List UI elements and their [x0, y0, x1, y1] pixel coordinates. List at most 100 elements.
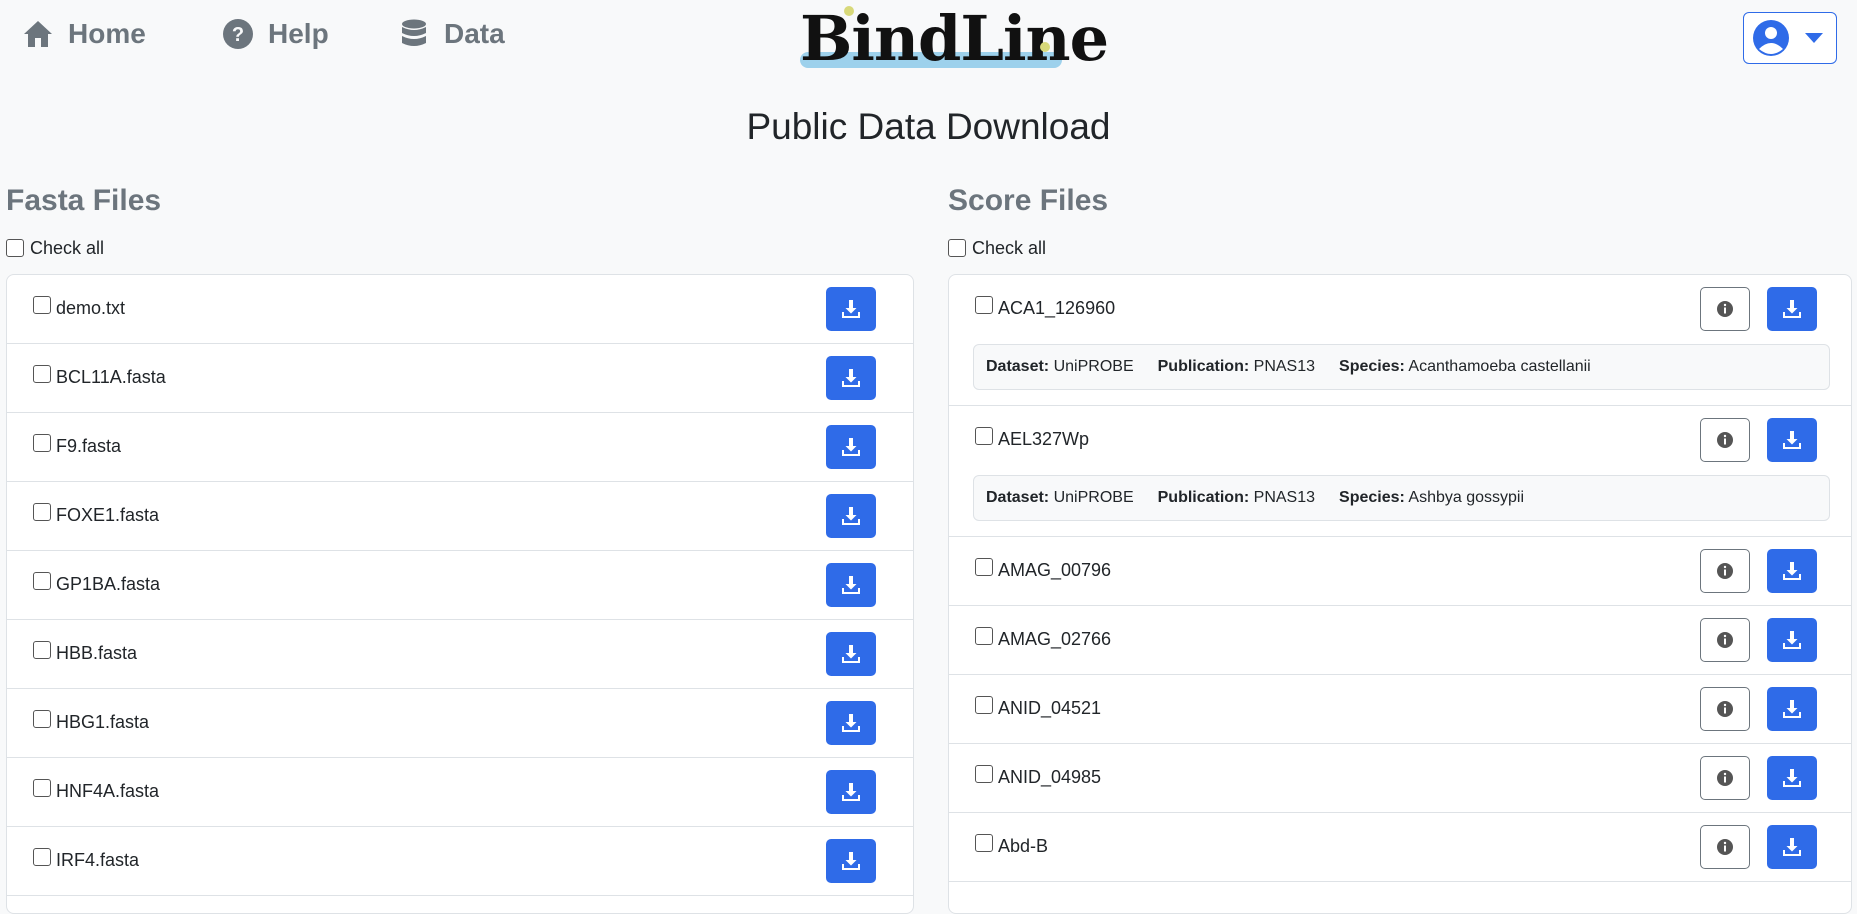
- species-field: Species: Acanthamoeba castellanii: [1339, 358, 1591, 376]
- download-button[interactable]: [826, 632, 876, 676]
- dataset-label: Dataset:: [986, 358, 1050, 375]
- score-section-title: Score Files: [948, 184, 1109, 217]
- download-icon: [842, 852, 860, 870]
- file-checkbox[interactable]: [975, 427, 993, 445]
- nav-data[interactable]: Data: [398, 18, 505, 50]
- nav-help[interactable]: ? Help: [222, 18, 329, 50]
- info-button[interactable]: [1700, 549, 1750, 593]
- file-name: FOXE1.fasta: [56, 505, 160, 525]
- info-button[interactable]: [1700, 418, 1750, 462]
- info-icon: [1717, 563, 1733, 579]
- file-name: HBG1.fasta: [56, 712, 150, 732]
- file-name: Abd-B: [998, 836, 1049, 856]
- download-button[interactable]: [1767, 287, 1817, 331]
- file-checkbox[interactable]: [33, 296, 51, 314]
- download-button[interactable]: [826, 287, 876, 331]
- file-checkbox[interactable]: [975, 765, 993, 783]
- species-value: Acanthamoeba castellanii: [1408, 358, 1591, 375]
- download-button[interactable]: [826, 839, 876, 883]
- home-icon: [24, 21, 52, 47]
- file-checkbox[interactable]: [975, 696, 993, 714]
- file-name: BCL11A.fasta: [56, 367, 166, 387]
- download-icon: [1783, 700, 1801, 718]
- publication-value: PNAS13: [1253, 489, 1316, 506]
- dataset-value: UniPROBE: [1053, 489, 1134, 506]
- file-name: HBB.fasta: [56, 643, 138, 663]
- score-check-all[interactable]: Check all: [948, 236, 1852, 260]
- list-item: AMAG_00796: [949, 537, 1851, 606]
- info-button[interactable]: [1700, 618, 1750, 662]
- list-item: BCL11A.fasta: [7, 344, 913, 413]
- download-button[interactable]: [1767, 756, 1817, 800]
- nav-home[interactable]: Home: [22, 18, 146, 50]
- publication-value: PNAS13: [1253, 358, 1316, 375]
- score-check-all-checkbox[interactable]: [948, 239, 966, 257]
- list-item: F9.fasta: [7, 413, 913, 482]
- file-name: AMAG_00796: [998, 560, 1112, 580]
- file-name: HNF4A.fasta: [56, 781, 160, 801]
- nav-help-label: Help: [268, 18, 329, 49]
- file-checkbox[interactable]: [33, 710, 51, 728]
- score-file-list: ACA1_126960 Dataset: UniPROBE Publicatio…: [948, 274, 1852, 914]
- fasta-check-all-checkbox[interactable]: [6, 239, 24, 257]
- species-value: Ashbya gossypii: [1408, 489, 1525, 506]
- download-button[interactable]: [826, 563, 876, 607]
- download-icon: [842, 576, 860, 594]
- file-name: F9.fasta: [56, 436, 122, 456]
- download-icon: [842, 369, 860, 387]
- dataset-field: Dataset: UniPROBE: [986, 358, 1134, 376]
- download-button[interactable]: [1767, 825, 1817, 869]
- download-button[interactable]: [1767, 549, 1817, 593]
- download-button[interactable]: [826, 356, 876, 400]
- nav-home-label: Home: [68, 18, 146, 49]
- file-checkbox[interactable]: [33, 365, 51, 383]
- file-name: ACA1_126960: [998, 298, 1116, 318]
- publication-field: Publication: PNAS13: [1158, 489, 1315, 507]
- download-icon: [842, 645, 860, 663]
- download-icon: [1783, 838, 1801, 856]
- file-checkbox[interactable]: [33, 779, 51, 797]
- file-checkbox[interactable]: [33, 434, 51, 452]
- fasta-file-list: demo.txt BCL11A.fasta F9.fasta FOXE1.fas…: [6, 274, 914, 914]
- download-button[interactable]: [826, 770, 876, 814]
- file-checkbox[interactable]: [33, 848, 51, 866]
- file-metadata: Dataset: UniPROBE Publication: PNAS13 Sp…: [973, 344, 1830, 390]
- score-check-all-label: Check all: [972, 237, 1047, 258]
- file-name: ANID_04521: [998, 698, 1102, 718]
- download-button[interactable]: [1767, 618, 1817, 662]
- list-item: AMAG_02766: [949, 606, 1851, 675]
- file-checkbox[interactable]: [33, 572, 51, 590]
- file-checkbox[interactable]: [975, 627, 993, 645]
- list-item: HNF4A.fasta: [7, 758, 913, 827]
- species-field: Species: Ashbya gossypii: [1339, 489, 1524, 507]
- fasta-check-all[interactable]: Check all: [6, 236, 914, 260]
- download-button[interactable]: [1767, 418, 1817, 462]
- info-button[interactable]: [1700, 756, 1750, 800]
- chevron-down-icon: [1805, 33, 1823, 43]
- download-button[interactable]: [826, 701, 876, 745]
- info-button[interactable]: [1700, 825, 1750, 869]
- info-icon: [1717, 301, 1733, 317]
- file-name: IRF4.fasta: [56, 850, 140, 870]
- dataset-value: UniPROBE: [1053, 358, 1134, 375]
- download-button[interactable]: [1767, 687, 1817, 731]
- navbar: Home ? Help Data BindLine: [0, 0, 1857, 76]
- file-checkbox[interactable]: [975, 296, 993, 314]
- logo[interactable]: BindLine: [800, 0, 1109, 75]
- svg-text:?: ?: [232, 24, 244, 46]
- file-checkbox[interactable]: [975, 834, 993, 852]
- file-checkbox[interactable]: [33, 641, 51, 659]
- info-button[interactable]: [1700, 287, 1750, 331]
- download-icon: [1783, 562, 1801, 580]
- user-menu-button[interactable]: [1743, 12, 1837, 64]
- list-item: HBG1.fasta: [7, 689, 913, 758]
- list-item: AEL327Wp Dataset: UniPROBE Publication: …: [949, 406, 1851, 537]
- list-item: Abd-B: [949, 813, 1851, 882]
- file-checkbox[interactable]: [33, 503, 51, 521]
- species-label: Species:: [1339, 358, 1405, 375]
- info-button[interactable]: [1700, 687, 1750, 731]
- download-button[interactable]: [826, 425, 876, 469]
- file-checkbox[interactable]: [975, 558, 993, 576]
- species-label: Species:: [1339, 489, 1405, 506]
- download-button[interactable]: [826, 494, 876, 538]
